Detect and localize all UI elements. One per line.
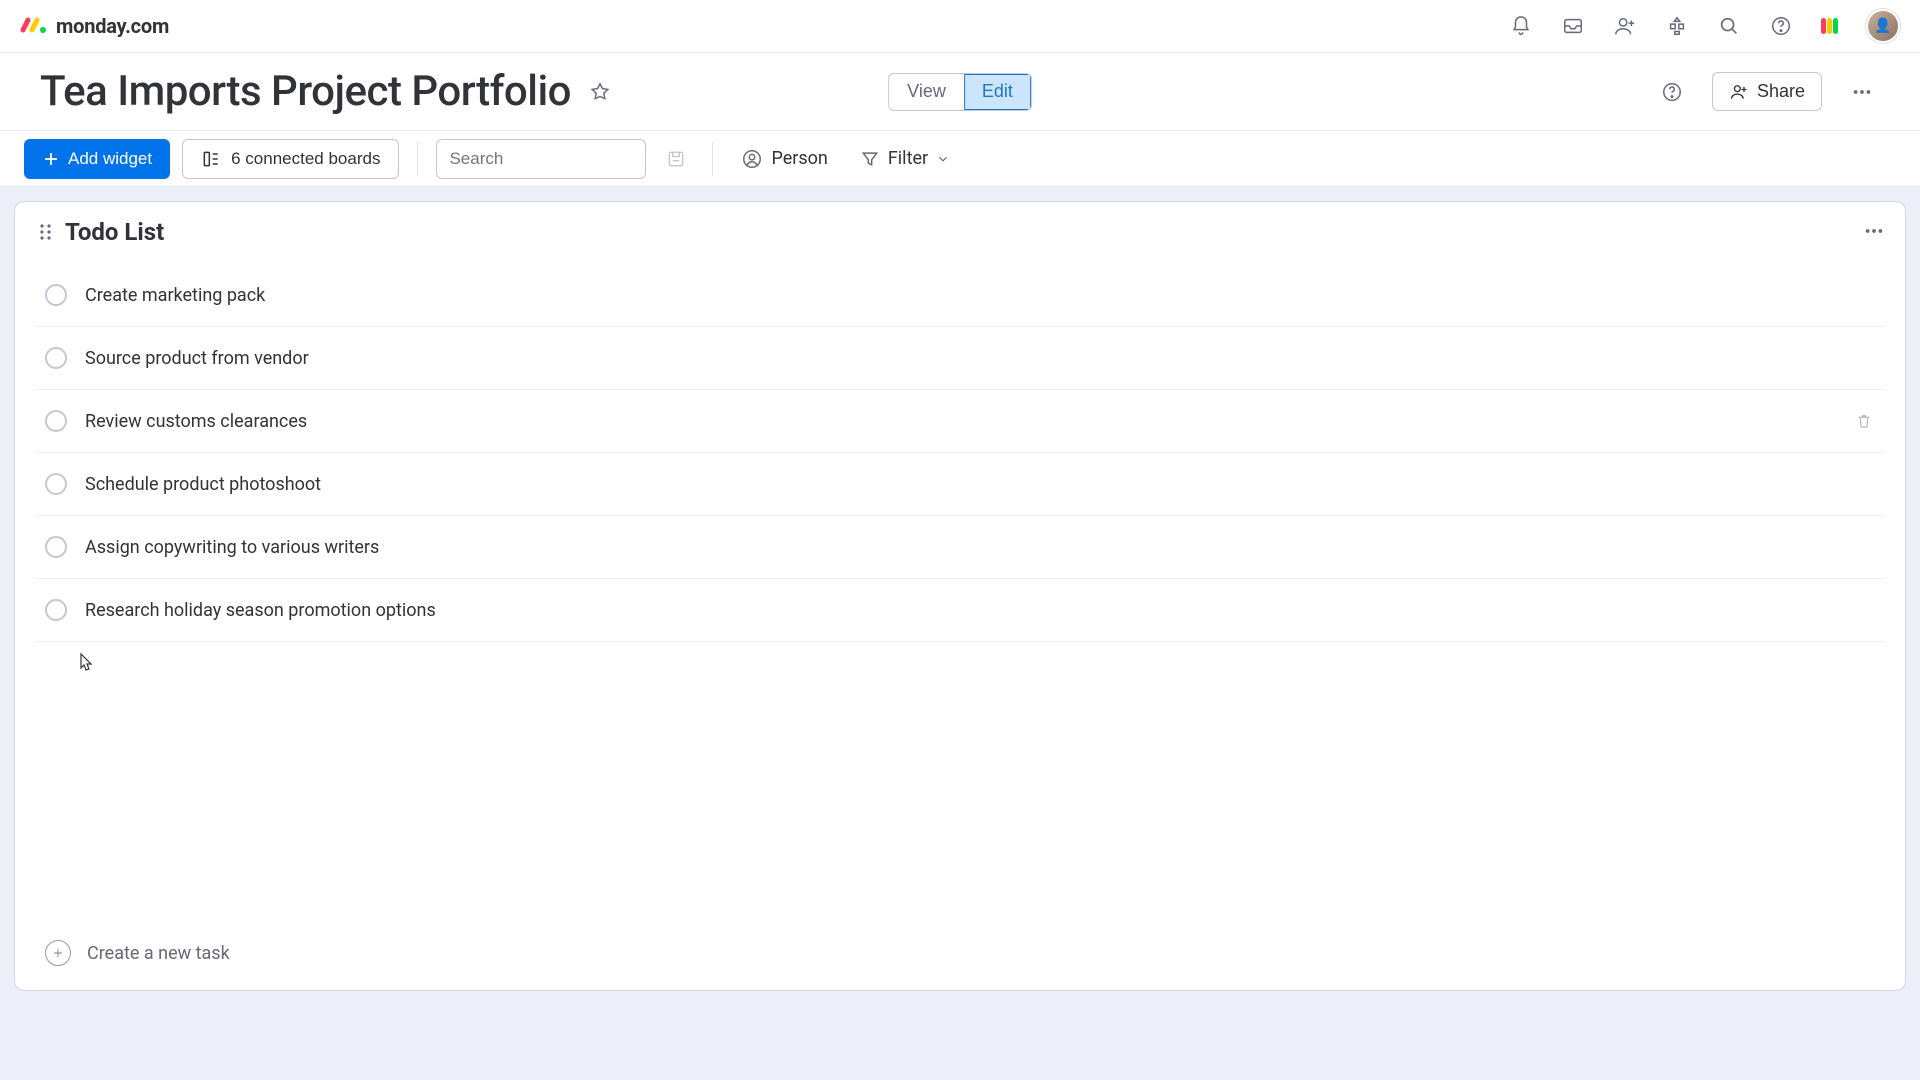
edit-mode-button[interactable]: Edit	[964, 74, 1031, 110]
widget-header: Todo List	[15, 202, 1905, 256]
todo-checkbox[interactable]	[45, 536, 67, 558]
todo-checkbox[interactable]	[45, 599, 67, 621]
save-view-icon[interactable]	[658, 141, 694, 177]
todo-item[interactable]: Source product from vendor	[35, 327, 1885, 390]
brand-name: monday.com	[56, 14, 169, 38]
todo-item[interactable]: Schedule product photoshoot	[35, 453, 1885, 516]
board-header-actions: Share	[1654, 72, 1880, 111]
brand-logo[interactable]: monday.com	[20, 14, 169, 38]
todo-checkbox[interactable]	[45, 473, 67, 495]
todo-text: Research holiday season promotion option…	[85, 600, 436, 621]
favorite-star-icon[interactable]	[589, 81, 611, 103]
toolbar-divider	[712, 142, 713, 176]
help-icon[interactable]	[1769, 14, 1793, 38]
dashboard-toolbar: Add widget 6 connected boards Person Fil…	[0, 131, 1920, 187]
todo-item[interactable]: Research holiday season promotion option…	[35, 579, 1885, 642]
create-task-label: Create a new task	[87, 943, 230, 964]
todo-text: Source product from vendor	[85, 348, 309, 369]
person-filter-button[interactable]: Person	[731, 140, 837, 178]
toolbar-divider	[417, 142, 418, 176]
product-switcher-icon[interactable]	[1821, 18, 1838, 34]
board-more-icon[interactable]	[1844, 74, 1880, 110]
delete-task-icon[interactable]	[1855, 412, 1873, 430]
todo-checkbox[interactable]	[45, 284, 67, 306]
drag-handle-icon[interactable]	[39, 223, 53, 241]
monday-logo-icon	[20, 16, 48, 36]
inbox-icon[interactable]	[1561, 14, 1585, 38]
global-top-bar: monday.com 👤	[0, 0, 1920, 52]
search-input[interactable]	[449, 149, 670, 169]
todo-text: Schedule product photoshoot	[85, 474, 321, 495]
share-button[interactable]: Share	[1712, 72, 1822, 111]
share-button-label: Share	[1757, 81, 1805, 102]
connected-boards-label: 6 connected boards	[231, 149, 380, 169]
todo-checkbox[interactable]	[45, 410, 67, 432]
person-filter-label: Person	[771, 148, 827, 169]
view-edit-toggle: View Edit	[888, 73, 1032, 111]
add-widget-button[interactable]: Add widget	[24, 139, 170, 179]
board-header: Tea Imports Project Portfolio View Edit …	[0, 52, 1920, 131]
global-icon-tray: 👤	[1509, 9, 1900, 43]
apps-icon[interactable]	[1665, 14, 1689, 38]
filter-label: Filter	[888, 148, 928, 169]
dashboard-content: Todo List Create marketing pack Source p…	[0, 187, 1920, 1005]
avatar[interactable]: 👤	[1866, 9, 1900, 43]
search-icon[interactable]	[1717, 14, 1741, 38]
todo-item[interactable]: Create marketing pack	[35, 264, 1885, 327]
todo-widget-card: Todo List Create marketing pack Source p…	[14, 201, 1906, 991]
create-task-button[interactable]: Create a new task	[15, 924, 1905, 990]
todo-text: Create marketing pack	[85, 285, 265, 306]
filter-button[interactable]: Filter	[850, 140, 960, 177]
toolbar-search[interactable]	[436, 139, 646, 179]
chevron-down-icon	[936, 152, 950, 166]
todo-text: Review customs clearances	[85, 411, 307, 432]
todo-checkbox[interactable]	[45, 347, 67, 369]
cursor-pointer-icon	[75, 652, 95, 676]
add-widget-label: Add widget	[68, 149, 152, 169]
todo-item[interactable]: Assign copywriting to various writers	[35, 516, 1885, 579]
todo-item[interactable]: Review customs clearances	[35, 390, 1885, 453]
notifications-icon[interactable]	[1509, 14, 1533, 38]
connected-boards-button[interactable]: 6 connected boards	[182, 139, 399, 179]
board-help-icon[interactable]	[1654, 74, 1690, 110]
todo-text: Assign copywriting to various writers	[85, 537, 379, 558]
view-mode-button[interactable]: View	[889, 74, 964, 110]
page-title[interactable]: Tea Imports Project Portfolio	[40, 67, 571, 116]
widget-more-icon[interactable]	[1863, 220, 1885, 242]
invite-icon[interactable]	[1613, 14, 1637, 38]
widget-title[interactable]: Todo List	[65, 218, 164, 246]
todo-list: Create marketing pack Source product fro…	[15, 256, 1905, 642]
plus-circle-icon	[45, 940, 71, 966]
